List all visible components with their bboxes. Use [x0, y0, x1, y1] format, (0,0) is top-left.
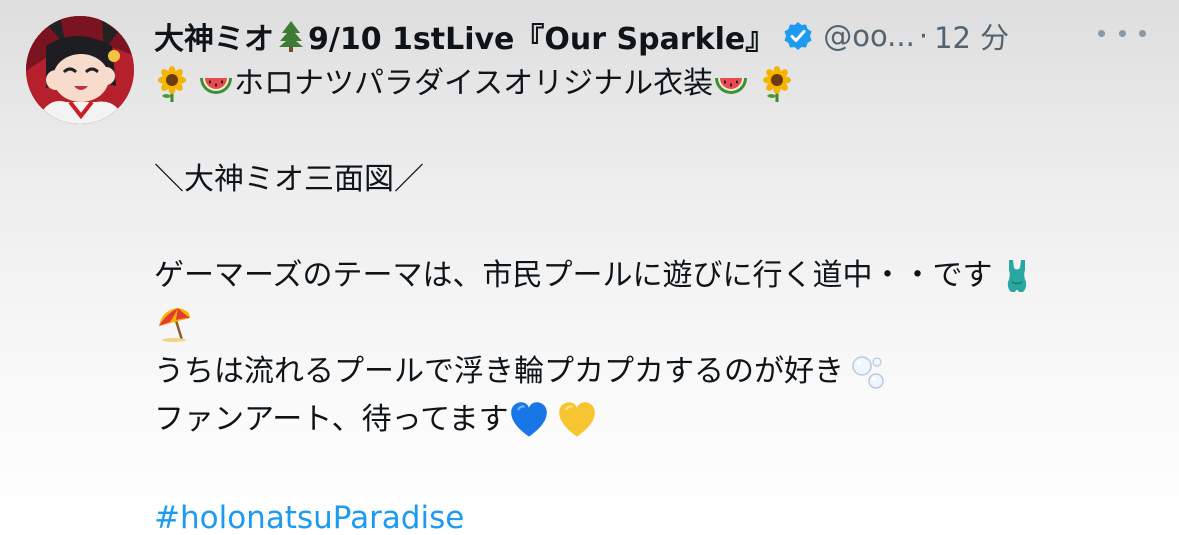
hashtag-link[interactable]: #holonatsuParadise — [154, 494, 464, 535]
author-name-text: 大神ミオ — [154, 22, 274, 57]
tweet-line-2: ＼大神ミオ三面図／ — [154, 156, 1164, 204]
avatar-illustration — [26, 16, 134, 124]
tweet-text-line-5: うちは流れるプールで浮き輪プカプカするのが好き — [154, 354, 844, 389]
more-options-icon[interactable] — [1098, 18, 1146, 48]
tweet-line-1: ホロナツパラダイスオリジナル衣装 — [154, 60, 1164, 108]
blue-heart-icon — [510, 402, 547, 437]
tweet-text-line-3: ゲーマーズのテーマは、市民プールに遊びに行く道中・・です — [154, 258, 993, 293]
more-dot — [1139, 29, 1146, 37]
tweet: 大神ミオ 9/10 1stLive『Our Sparkle』 @oo... · … — [0, 0, 1179, 535]
sunflower-icon — [158, 66, 186, 102]
more-dot — [1098, 29, 1105, 37]
tweet-line-4 — [154, 300, 1164, 348]
tweet-text-line-2: ＼大神ミオ三面図／ — [154, 162, 424, 197]
verified-badge-icon — [784, 22, 812, 50]
swimsuit-icon — [1007, 260, 1026, 292]
tweet-line-hashtag: #holonatsuParadise — [154, 494, 1164, 535]
tweet-line-6: ファンアート、待ってます — [154, 396, 1164, 444]
tweet-body: ホロナツパラダイスオリジナル衣装 ＼大神ミオ三面図／ ゲーマーズのテーマは、市民… — [154, 60, 1164, 535]
tweet-text-line-1: ホロナツパラダイスオリジナル衣装 — [234, 66, 714, 101]
separator-dot: · — [918, 19, 929, 53]
tweet-line-3: ゲーマーズのテーマは、市民プールに遊びに行く道中・・です — [154, 252, 1164, 300]
beach-umbrella-icon — [159, 308, 190, 342]
tweet-header: 大神ミオ 9/10 1stLive『Our Sparkle』 @oo... · … — [154, 14, 1164, 58]
bubbles-icon — [852, 356, 884, 389]
watermelon-icon — [715, 78, 748, 94]
tweet-text-line-6: ファンアート、待ってます — [154, 402, 509, 437]
yellow-heart-icon — [558, 402, 595, 437]
more-dot — [1118, 29, 1126, 37]
author-name[interactable]: 大神ミオ 9/10 1stLive『Our Sparkle』 — [154, 14, 775, 58]
tweet-line-5: うちは流れるプールで浮き輪プカプカするのが好き — [154, 348, 1164, 396]
tweet-timestamp[interactable]: 12 分 — [934, 15, 1009, 57]
evergreen-tree-icon — [279, 21, 303, 52]
sunflower-icon — [763, 66, 792, 102]
watermelon-icon — [200, 78, 232, 94]
author-handle[interactable]: @oo... — [823, 19, 915, 53]
author-avatar[interactable] — [26, 16, 134, 124]
author-name-event: 9/10 1stLive『Our Sparkle』 — [308, 22, 776, 57]
